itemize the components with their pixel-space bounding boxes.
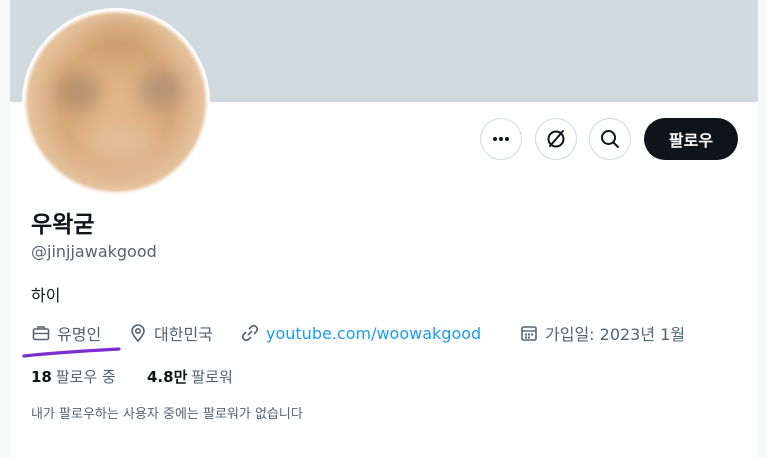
search-icon (601, 130, 619, 148)
grok-icon (547, 130, 565, 148)
following-count-link[interactable]: 18 팔로우 중 (31, 366, 116, 387)
avatar[interactable] (22, 8, 210, 196)
profile-bio: 하이 (31, 286, 61, 305)
following-label: 팔로우 중 (55, 368, 116, 386)
followers-count-link[interactable]: 4.8만 팔로워 (147, 366, 233, 387)
followers-you-know-note: 내가 팔로우하는 사용자 중에는 팔로워가 없습니다 (31, 407, 303, 422)
following-count: 18 (31, 368, 52, 386)
location-label: 대한민국 (154, 325, 213, 344)
category-label: 유명인 (57, 325, 102, 344)
page-gutter-left (0, 0, 10, 458)
avatar-image (26, 12, 206, 192)
calendar-icon (521, 326, 537, 341)
profile-handle: @jinjjawakgood (31, 242, 157, 261)
follow-button[interactable]: 팔로우 (644, 118, 738, 160)
annotation-underline (22, 347, 121, 358)
profile-display-name: 우왁굳 (31, 212, 95, 238)
website-link[interactable]: youtube.com/woowakgood (266, 324, 481, 343)
location-pin-icon (131, 324, 145, 343)
followers-count: 4.8만 (147, 368, 188, 386)
more-icon (493, 137, 509, 141)
link-icon (241, 324, 259, 342)
search-button[interactable] (589, 118, 631, 160)
more-button[interactable] (480, 118, 522, 160)
briefcase-icon (32, 326, 50, 341)
grok-button[interactable] (535, 118, 577, 160)
profile-website[interactable]: youtube.com/woowakgood (240, 322, 481, 344)
page-gutter-right (758, 0, 766, 458)
profile-joined-date: 가입일: 2023년 1월 (519, 322, 685, 344)
profile-category: 유명인 (31, 322, 101, 344)
joined-label: 가입일: 2023년 1월 (545, 325, 686, 344)
profile-location: 대한민국 (128, 322, 213, 344)
followers-label: 팔로워 (191, 368, 233, 386)
